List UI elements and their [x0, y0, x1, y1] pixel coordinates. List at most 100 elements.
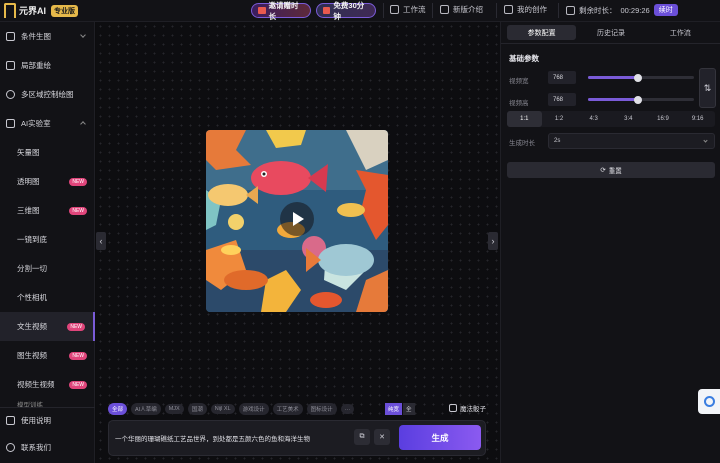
ratio-option[interactable]: 1:1	[507, 111, 542, 127]
chevron-down-icon	[80, 32, 86, 38]
workflow-nav[interactable]: 工作流	[390, 4, 426, 15]
width-slider[interactable]	[588, 73, 694, 82]
width-label: 视频宽	[509, 78, 529, 85]
tab-params[interactable]: 参数配置	[507, 25, 577, 40]
sidebar-item-model-training[interactable]: 模型训练	[0, 399, 95, 407]
duration-select[interactable]: 2s	[548, 133, 715, 149]
help-link[interactable]: 使用说明	[0, 408, 95, 433]
prompt-input[interactable]	[115, 429, 351, 447]
next-arrow-button[interactable]: ›	[488, 232, 498, 250]
new-intro-nav[interactable]: 新版介绍	[440, 4, 483, 15]
chevron-up-icon	[80, 121, 86, 127]
sidebar-item-video-to-video[interactable]: 视频生视频 NEW	[0, 370, 95, 399]
divider	[383, 3, 384, 18]
magic-dice-button[interactable]: 魔法骰子	[449, 403, 486, 413]
invite-promo-button[interactable]: 邀请赠时长	[251, 1, 311, 21]
divider	[501, 43, 720, 44]
settings-panel: 参数配置 历史记录 工作流 基础参数 视频宽 768 视频高 768 ⇅ 1:1…	[500, 22, 720, 463]
sidebar-item-vector[interactable]: 矢量图	[0, 138, 95, 167]
sidebar-item-label: 文生视频	[17, 322, 47, 331]
ratio-option[interactable]: 16:9	[646, 111, 681, 127]
divider	[558, 3, 559, 18]
sidebar-item-transparent[interactable]: 透明图 NEW	[0, 167, 95, 196]
refresh-icon: ⟳	[600, 167, 606, 174]
style-tag[interactable]: Nijl XL	[210, 404, 235, 414]
sidebar-item-conditional[interactable]: 条件生图	[0, 22, 95, 51]
sidebar-item-one-shot[interactable]: 一镜到底	[0, 225, 95, 254]
clear-button[interactable]: ✕	[374, 429, 390, 445]
new-badge: NEW	[69, 206, 87, 215]
style-tag[interactable]: …	[340, 404, 355, 414]
sidebar-item-segment[interactable]: 分割一切	[0, 254, 95, 283]
free-promo-button[interactable]: 免费30分钟	[316, 1, 376, 21]
section-title: 基础参数	[509, 54, 539, 63]
copy-button[interactable]: ⧉	[354, 429, 370, 445]
book-icon	[6, 416, 15, 425]
renew-button[interactable]: 续时	[653, 4, 678, 16]
swap-dimensions-button[interactable]: ⇅	[699, 68, 716, 108]
tab-history[interactable]: 历史记录	[576, 25, 645, 40]
image-icon	[504, 5, 513, 14]
ratio-option[interactable]: 1:2	[542, 111, 577, 127]
contact-link[interactable]: 联系我们	[0, 435, 95, 460]
style-tag[interactable]: 国潮	[187, 403, 207, 415]
ratio-option[interactable]: 4:3	[576, 111, 611, 127]
remaining-label: 剩余时长：	[579, 5, 617, 15]
height-slider[interactable]	[588, 95, 694, 104]
chevron-down-icon	[703, 138, 708, 143]
invite-promo-label: 邀请赠时长	[268, 0, 299, 21]
style-tag[interactable]: 游戏设计	[238, 403, 269, 415]
width-slider-knob[interactable]	[633, 73, 642, 82]
tab-workflow[interactable]: 工作流	[646, 25, 715, 40]
mode-option[interactable]: 纯宽	[385, 403, 403, 415]
generate-button[interactable]: 生成	[399, 425, 481, 450]
sidebar-item-label: 分割一切	[17, 264, 47, 273]
height-input[interactable]: 768	[548, 93, 576, 106]
sidebar-item-label: 图生视频	[17, 351, 47, 360]
floating-help-button[interactable]	[698, 389, 720, 414]
flask-icon	[6, 119, 15, 128]
prompt-box: ⧉ ✕ 生成	[108, 420, 486, 456]
divider	[496, 3, 497, 18]
sidebar-item-label: 多区域控制绘图	[21, 90, 74, 99]
sidebar-item-label: 个性相机	[17, 293, 47, 302]
sidebar-item-camera[interactable]: 个性相机	[0, 283, 95, 312]
sidebar-item-text-to-video[interactable]: 文生视频 NEW	[0, 312, 95, 341]
divider	[432, 3, 433, 18]
workflow-label: 工作流	[403, 5, 426, 14]
prev-arrow-button[interactable]: ‹	[96, 232, 106, 250]
sidebar-item-image-to-video[interactable]: 图生视频 NEW	[0, 341, 95, 370]
sidebar-item-3d[interactable]: 三维图 NEW	[0, 196, 95, 225]
width-input[interactable]: 768	[548, 71, 576, 84]
ratio-option[interactable]: 9:16	[680, 111, 715, 127]
play-icon[interactable]	[280, 202, 314, 236]
panel-tabs: 参数配置 历史记录 工作流	[507, 25, 715, 40]
sidebar-item-label: 条件生图	[21, 32, 51, 41]
height-slider-knob[interactable]	[633, 95, 642, 104]
logo[interactable]: 元界AI 专业版	[4, 3, 79, 18]
width-slider-fill	[588, 76, 638, 79]
style-tag[interactable]: MJX	[164, 404, 184, 414]
chat-icon	[6, 443, 15, 452]
style-tag[interactable]: AI人草编	[131, 403, 161, 415]
swap-icon: ⇅	[703, 82, 712, 93]
duration-label: 生成时长	[509, 140, 535, 147]
sidebar-item-inpaint[interactable]: 局部重绘	[0, 51, 95, 80]
style-tag[interactable]: 工艺美术	[272, 403, 303, 415]
mode-toggle[interactable]: 纯宽 全	[385, 403, 415, 415]
my-creations-nav[interactable]: 我的创作	[504, 4, 547, 15]
new-badge: NEW	[69, 351, 87, 360]
contact-label: 联系我们	[21, 443, 51, 452]
grid-icon	[6, 32, 15, 41]
copy-icon: ⧉	[359, 433, 365, 440]
target-icon	[6, 90, 15, 99]
sidebar-item-region-control[interactable]: 多区域控制绘图	[0, 80, 95, 109]
new-badge: NEW	[69, 380, 87, 389]
sidebar: 条件生图 局部重绘 多区域控制绘图 AI实验室 矢量图 透明图 NEW 三维图 …	[0, 22, 95, 463]
sidebar-item-ai-lab[interactable]: AI实验室	[0, 109, 95, 138]
mode-option[interactable]: 全	[403, 403, 415, 415]
reset-button[interactable]: ⟳ 重置	[507, 162, 715, 178]
style-tag[interactable]: 图标设计	[306, 403, 337, 415]
style-tag[interactable]: 全部	[108, 403, 128, 415]
ratio-option[interactable]: 3:4	[611, 111, 646, 127]
